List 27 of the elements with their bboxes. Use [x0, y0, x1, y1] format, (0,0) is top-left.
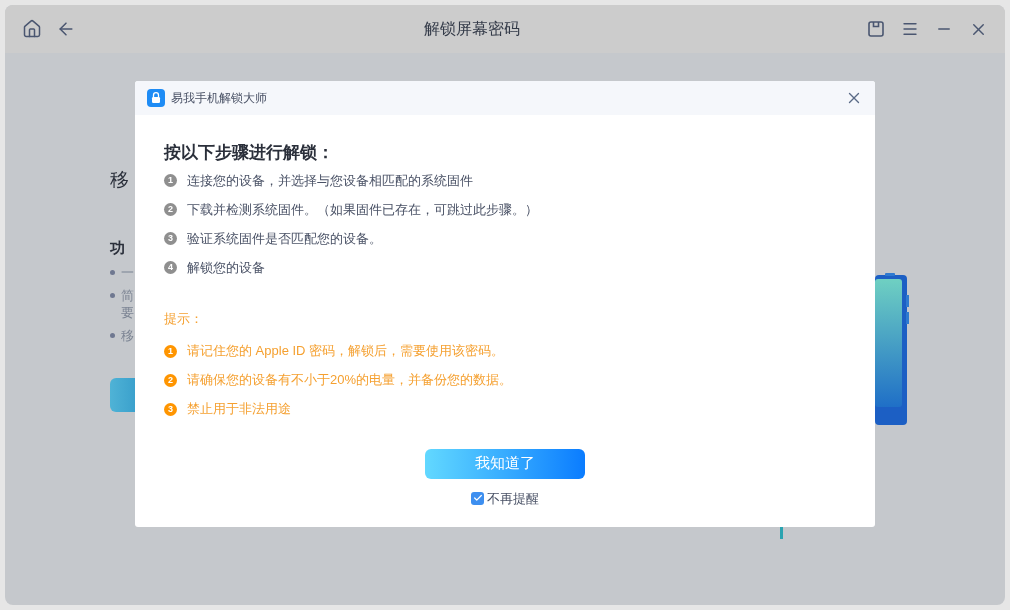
- step-text: 解锁您的设备: [187, 258, 265, 277]
- tip-number: 3: [164, 402, 177, 416]
- menu-icon[interactable]: [901, 20, 919, 38]
- step-number: 3: [164, 232, 177, 245]
- step-number: 2: [164, 203, 177, 216]
- feature-text: 要: [121, 303, 134, 321]
- step-text: 下载并检测系统固件。（如果固件已存在，可跳过此步骤。）: [187, 200, 538, 219]
- tip-text: 请确保您的设备有不小于20%的电量，并备份您的数据。: [187, 371, 513, 390]
- tip-text: 请记住您的 Apple ID 密码，解锁后，需要使用该密码。: [187, 342, 505, 361]
- step-text: 验证系统固件是否匹配您的设备。: [187, 229, 382, 248]
- dialog-title: 易我手机解锁大师: [171, 90, 267, 107]
- home-icon[interactable]: [22, 19, 42, 39]
- dont-remind-checkbox[interactable]: 不再提醒: [471, 488, 539, 508]
- tips-label: 提示：: [164, 310, 204, 328]
- feature-text: 简: [121, 286, 134, 304]
- padlock-app-icon: [147, 89, 165, 107]
- tip-number: 1: [164, 344, 177, 358]
- instructions-heading: 按以下步骤进行解锁：: [164, 142, 335, 164]
- tip-text: 禁止用于非法用途: [187, 400, 291, 419]
- feature-text: 移: [121, 326, 134, 344]
- tip-number: 2: [164, 373, 177, 387]
- step-number: 4: [164, 261, 177, 274]
- section-title: 功: [110, 238, 125, 258]
- page-heading: 移: [110, 168, 129, 192]
- step-number: 1: [164, 174, 177, 187]
- step-text: 连接您的设备，并选择与您设备相匹配的系统固件: [187, 171, 473, 190]
- window-title: 解锁屏幕密码: [423, 19, 520, 39]
